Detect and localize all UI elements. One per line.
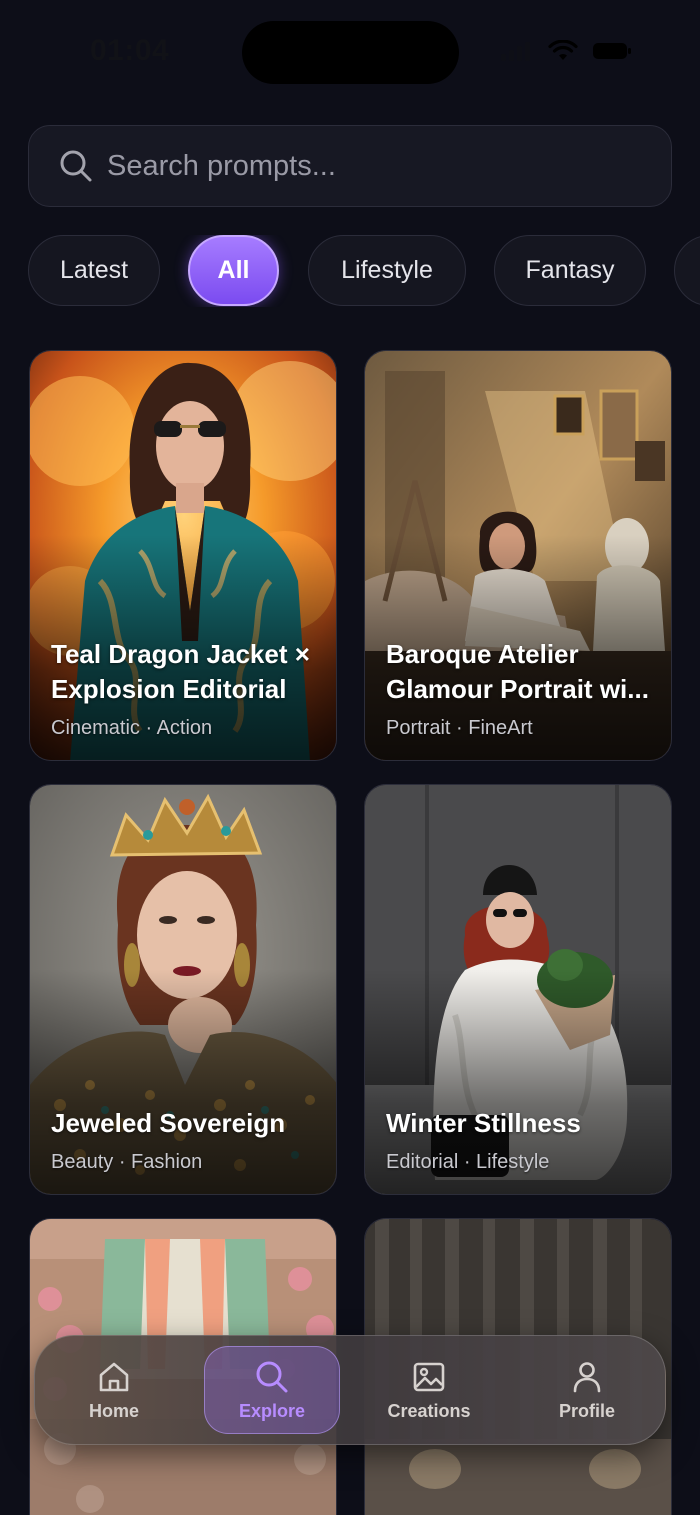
person-icon — [573, 1361, 601, 1392]
search-input[interactable] — [107, 149, 627, 183]
nav-creations-label: Creations — [387, 1400, 471, 1421]
card-tags: Cinematic · Action — [51, 717, 213, 739]
card-title: Teal Dragon Jacket × Explosion Editorial — [51, 639, 310, 704]
nav-profile[interactable]: Profile — [519, 1346, 655, 1434]
card-tags: Editorial · Lifestyle — [386, 1151, 550, 1173]
prompt-card[interactable]: Winter Stillness Editorial · Lifestyle — [364, 784, 672, 1195]
nav-explore-label: Explore — [238, 1400, 306, 1421]
filter-chips: Latest All Lifestyle Fantasy — [28, 235, 700, 307]
signal-icon — [501, 42, 530, 61]
filter-chip-lifestyle[interactable]: Lifestyle — [308, 235, 466, 306]
nav-home-label: Home — [88, 1400, 139, 1421]
card-title: Baroque Atelier Glamour Portrait wi... — [386, 639, 649, 704]
dynamic-island — [242, 21, 459, 84]
image-icon — [413, 1362, 445, 1391]
prompt-card[interactable]: Jeweled Sovereign Beauty · Fashion — [29, 784, 337, 1195]
status-time: 01:04 — [90, 34, 170, 67]
filter-chip-fantasy[interactable]: Fantasy — [494, 235, 646, 306]
card-caption: Winter Stillness Editorial · Lifestyle — [386, 1106, 657, 1174]
card-caption: Baroque Atelier Glamour Portrait wi... P… — [386, 637, 657, 740]
status-icons — [500, 40, 632, 62]
filter-chip-partial[interactable] — [674, 235, 700, 306]
nav-home[interactable]: Home — [46, 1346, 182, 1434]
bottom-nav: Home Explore Creations Profile — [34, 1335, 666, 1445]
home-icon — [99, 1362, 129, 1391]
status-bar: 01:04 — [0, 0, 700, 110]
prompt-card[interactable]: Baroque Atelier Glamour Portrait wi... P… — [364, 350, 672, 761]
card-tags: Beauty · Fashion — [51, 1151, 203, 1173]
search-bar[interactable] — [28, 125, 672, 207]
nav-creations[interactable]: Creations — [361, 1346, 497, 1434]
prompt-card[interactable]: Teal Dragon Jacket × Explosion Editorial… — [29, 350, 337, 761]
nav-profile-label: Profile — [558, 1400, 615, 1421]
filter-chip-latest[interactable]: Latest — [28, 235, 160, 306]
explore-screen: 01:04 Lat — [0, 0, 700, 1515]
nav-explore[interactable]: Explore — [204, 1346, 340, 1434]
search-icon — [256, 1361, 288, 1392]
card-title: Jeweled Sovereign — [51, 1108, 286, 1138]
card-caption: Teal Dragon Jacket × Explosion Editorial… — [51, 637, 322, 740]
search-icon — [60, 150, 92, 182]
filter-chip-all[interactable]: All — [188, 235, 279, 306]
card-title: Winter Stillness — [386, 1108, 581, 1138]
battery-icon — [593, 43, 631, 59]
card-caption: Jeweled Sovereign Beauty · Fashion — [51, 1106, 322, 1174]
wifi-icon — [548, 40, 578, 60]
card-tags: Portrait · FineArt — [386, 717, 533, 739]
